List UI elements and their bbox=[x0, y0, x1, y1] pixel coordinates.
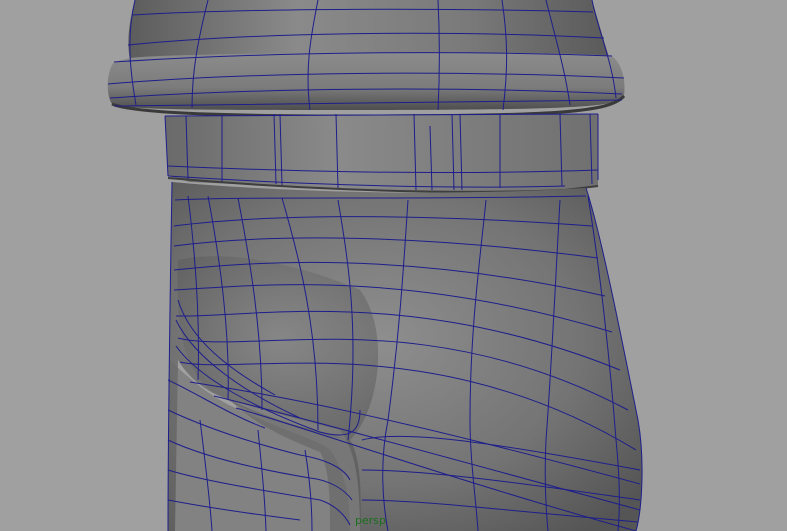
sweater-mesh[interactable] bbox=[107, 0, 626, 118]
pants-mesh[interactable] bbox=[167, 181, 643, 531]
camera-label: persp bbox=[355, 514, 386, 527]
belt-mesh[interactable] bbox=[164, 113, 599, 193]
viewport-canvas[interactable] bbox=[0, 0, 787, 531]
3d-viewport[interactable]: persp bbox=[0, 0, 787, 531]
